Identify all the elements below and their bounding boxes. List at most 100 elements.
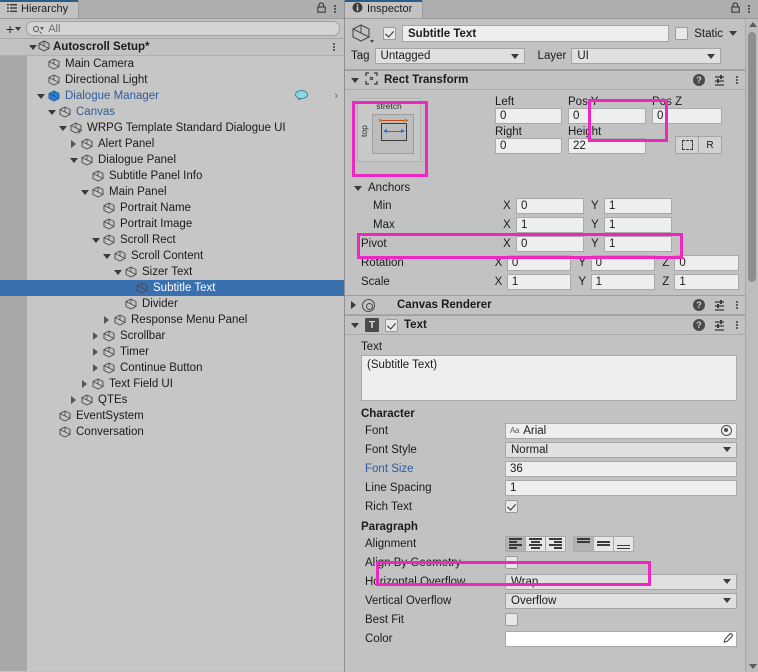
chevron-right-icon[interactable] bbox=[351, 301, 356, 309]
hierarchy-item-divider[interactable]: Divider bbox=[0, 296, 344, 312]
scroll-up-icon[interactable] bbox=[749, 22, 757, 27]
kebab-menu-icon[interactable] bbox=[333, 4, 337, 14]
hierarchy-item-subtitle-panel-info[interactable]: Subtitle Panel Info bbox=[0, 168, 344, 184]
anchor-min-x-field[interactable]: 0 bbox=[516, 197, 584, 214]
preset-icon[interactable] bbox=[714, 299, 726, 311]
hierarchy-item-text-field-ui[interactable]: Text Field UI bbox=[0, 376, 344, 392]
font-style-dropdown[interactable]: Normal bbox=[505, 441, 737, 458]
anchor-min-y-field[interactable]: 1 bbox=[604, 197, 672, 214]
hierarchy-item-sizer-text[interactable]: Sizer Text bbox=[0, 264, 344, 280]
chevron-down-icon[interactable] bbox=[102, 253, 111, 259]
raw-edit-button[interactable]: R bbox=[698, 136, 722, 154]
hierarchy-item-portrait-image[interactable]: Portrait Image bbox=[0, 216, 344, 232]
align-bottom-button[interactable] bbox=[613, 535, 634, 552]
blueprint-mode-button[interactable] bbox=[675, 136, 699, 154]
hierarchy-item-portrait-name[interactable]: Portrait Name bbox=[0, 200, 344, 216]
hierarchy-item-scrollbar[interactable]: Scrollbar bbox=[0, 328, 344, 344]
align-by-geometry-checkbox[interactable] bbox=[505, 556, 518, 569]
hierarchy-item-canvas[interactable]: Canvas bbox=[0, 104, 344, 120]
kebab-menu-icon[interactable] bbox=[735, 320, 739, 330]
pivot-x-field[interactable]: 0 bbox=[516, 235, 584, 252]
layer-dropdown[interactable]: UI bbox=[571, 48, 722, 64]
pivot-y-field[interactable]: 1 bbox=[604, 235, 672, 252]
hierarchy-item-directional-light[interactable]: Directional Light bbox=[0, 72, 344, 88]
left-field[interactable]: 0 bbox=[495, 108, 562, 124]
align-middle-button[interactable] bbox=[593, 535, 614, 552]
pos-y-field[interactable]: 0 bbox=[568, 108, 646, 124]
help-icon[interactable]: ? bbox=[693, 299, 705, 311]
hierarchy-item-wrpg-template-standard-dialogue-ui[interactable]: + WRPG Template Standard Dialogue UI bbox=[0, 120, 344, 136]
chevron-right-icon[interactable] bbox=[104, 316, 109, 324]
chevron-right-icon[interactable] bbox=[82, 380, 87, 388]
chevron-right-icon[interactable] bbox=[93, 332, 98, 340]
chevron-right-icon[interactable] bbox=[93, 364, 98, 372]
gameobject-enabled-checkbox[interactable] bbox=[383, 27, 396, 40]
chevron-down-icon[interactable] bbox=[28, 44, 37, 50]
chevron-down-icon[interactable] bbox=[351, 322, 359, 328]
hierarchy-item-conversation[interactable]: Conversation bbox=[0, 424, 344, 440]
hierarchy-item-scroll-content[interactable]: Scroll Content bbox=[0, 248, 344, 264]
font-size-field[interactable]: 36 bbox=[505, 460, 737, 477]
tab-hierarchy[interactable]: Hierarchy bbox=[0, 0, 80, 18]
rotation-y-field[interactable]: 0 bbox=[590, 254, 656, 271]
line-spacing-field[interactable]: 1 bbox=[505, 479, 737, 496]
anchors-chevron-down-icon[interactable] bbox=[354, 185, 362, 191]
gameobject-name-field[interactable]: Subtitle Text bbox=[402, 25, 670, 42]
chevron-down-icon[interactable] bbox=[58, 125, 67, 131]
hierarchy-item-continue-button[interactable]: Continue Button bbox=[0, 360, 344, 376]
scale-x-field[interactable]: 1 bbox=[506, 273, 572, 290]
best-fit-checkbox[interactable] bbox=[505, 613, 518, 626]
rotation-x-field[interactable]: 0 bbox=[506, 254, 572, 271]
text-value-textarea[interactable]: (Subtitle Text) bbox=[361, 355, 737, 401]
hierarchy-item-scroll-rect[interactable]: Scroll Rect bbox=[0, 232, 344, 248]
text-component-header[interactable]: T Text ? bbox=[345, 315, 745, 335]
pos-z-field[interactable]: 0 bbox=[652, 108, 722, 124]
hierarchy-item-main-panel[interactable]: Main Panel bbox=[0, 184, 344, 200]
lock-icon[interactable] bbox=[731, 2, 740, 16]
add-gameobject-button[interactable]: + bbox=[4, 22, 23, 36]
scene-row[interactable]: Autoscroll Setup* bbox=[0, 39, 344, 56]
preset-icon[interactable] bbox=[714, 319, 726, 331]
chevron-down-icon[interactable] bbox=[80, 189, 89, 195]
chevron-right-icon[interactable] bbox=[71, 396, 76, 404]
search-input[interactable]: All bbox=[26, 21, 340, 36]
static-checkbox[interactable] bbox=[675, 27, 689, 40]
canvas-renderer-header[interactable]: Canvas Renderer ? bbox=[345, 295, 745, 315]
hierarchy-item-eventsystem[interactable]: EventSystem bbox=[0, 408, 344, 424]
kebab-menu-icon[interactable] bbox=[735, 300, 739, 310]
hierarchy-item-subtitle-text[interactable]: Subtitle Text bbox=[0, 280, 344, 296]
color-field[interactable] bbox=[505, 630, 737, 647]
text-enabled-checkbox[interactable] bbox=[385, 318, 398, 332]
tab-inspector[interactable]: Inspector bbox=[345, 0, 424, 18]
object-picker-icon[interactable] bbox=[721, 425, 732, 436]
align-left-button[interactable] bbox=[505, 535, 526, 552]
anchor-preset-widget[interactable]: stretch top bbox=[357, 98, 421, 162]
horizontal-overflow-dropdown[interactable]: Wrap bbox=[505, 573, 737, 590]
scale-y-field[interactable]: 1 bbox=[590, 273, 656, 290]
help-icon[interactable]: ? bbox=[693, 74, 705, 86]
rect-transform-header[interactable]: Rect Transform ? bbox=[345, 70, 745, 90]
chevron-right-icon[interactable] bbox=[71, 140, 76, 148]
lock-icon[interactable] bbox=[317, 2, 326, 16]
scroll-down-icon[interactable] bbox=[749, 664, 757, 669]
vertical-overflow-dropdown[interactable]: Overflow bbox=[505, 592, 737, 609]
chevron-down-icon[interactable] bbox=[47, 109, 56, 115]
tag-dropdown[interactable]: Untagged bbox=[374, 48, 525, 64]
static-chevron-down-icon[interactable] bbox=[729, 31, 737, 36]
hierarchy-item-alert-panel[interactable]: Alert Panel bbox=[0, 136, 344, 152]
height-field[interactable]: 22 bbox=[568, 138, 646, 154]
help-icon[interactable]: ? bbox=[693, 319, 705, 331]
align-top-button[interactable] bbox=[573, 535, 594, 552]
chevron-down-icon[interactable] bbox=[113, 269, 122, 275]
hierarchy-item-dialogue-panel[interactable]: Dialogue Panel bbox=[0, 152, 344, 168]
eyedropper-icon[interactable] bbox=[722, 632, 734, 645]
chevron-right-icon[interactable] bbox=[93, 348, 98, 356]
rotation-z-field[interactable]: 0 bbox=[674, 254, 739, 271]
align-right-button[interactable] bbox=[545, 535, 566, 552]
scale-z-field[interactable]: 1 bbox=[674, 273, 739, 290]
inspector-scroll-thumb[interactable] bbox=[748, 32, 756, 282]
chevron-down-icon[interactable] bbox=[91, 237, 100, 243]
chevron-down-icon[interactable] bbox=[69, 157, 78, 163]
chevron-right-icon[interactable]: › bbox=[334, 90, 338, 102]
rich-text-checkbox[interactable] bbox=[505, 500, 518, 513]
